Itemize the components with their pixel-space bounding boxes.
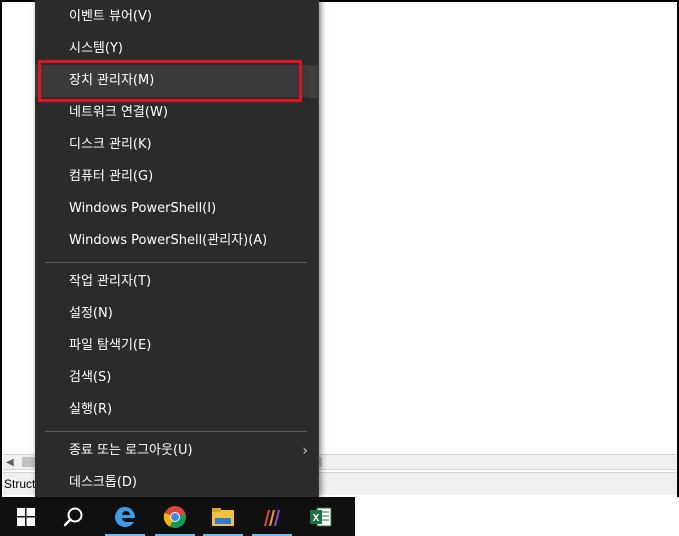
menu-item-event-viewer[interactable]: 이벤트 뷰어(V)	[35, 1, 318, 33]
menu-item-label: 실행(R)	[69, 402, 113, 417]
app-icon[interactable]	[248, 497, 296, 536]
menu-hover-edge	[309, 66, 317, 98]
power-user-menu: 이벤트 뷰어(V) 시스템(Y) 장치 관리자(M) 네트워크 연결(W) 디스…	[35, 0, 319, 497]
menu-item-label: Windows PowerShell(관리자)(A)	[69, 233, 268, 248]
menu-item-label: 이벤트 뷰어(V)	[69, 9, 152, 24]
menu-item-label: 컴퓨터 관리(G)	[69, 169, 154, 184]
scroll-left-icon[interactable]: ◀	[6, 456, 14, 469]
menu-item-run[interactable]: 실행(R)	[35, 394, 318, 426]
menu-item-powershell-admin[interactable]: Windows PowerShell(관리자)(A)	[35, 225, 318, 257]
edge-icon[interactable]	[101, 497, 149, 536]
search-icon[interactable]	[50, 497, 98, 536]
menu-item-network-connections[interactable]: 네트워크 연결(W)	[35, 97, 318, 129]
menu-separator	[45, 262, 307, 263]
menu-item-file-explorer[interactable]: 파일 탐색기(E)	[35, 330, 318, 362]
menu-item-label: 네트워크 연결(W)	[69, 105, 168, 120]
menu-item-label: 데스크톱(D)	[69, 475, 137, 490]
menu-item-task-manager[interactable]: 작업 관리자(T)	[35, 266, 318, 298]
menu-item-settings[interactable]: 설정(N)	[35, 298, 318, 330]
menu-item-desktop[interactable]: 데스크톱(D)	[35, 467, 318, 499]
menu-item-label: 종료 또는 로그아웃(U)	[69, 443, 193, 458]
menu-item-computer-management[interactable]: 컴퓨터 관리(G)	[35, 161, 318, 193]
menu-item-label: 디스크 관리(K)	[69, 137, 152, 152]
menu-item-label: 장치 관리자(M)	[69, 73, 155, 88]
menu-item-search[interactable]: 검색(S)	[35, 362, 318, 394]
menu-item-label: Windows PowerShell(I)	[69, 201, 217, 216]
menu-item-powershell[interactable]: Windows PowerShell(I)	[35, 193, 318, 225]
menu-separator	[45, 431, 307, 432]
chrome-icon[interactable]	[151, 497, 199, 536]
menu-item-shutdown-signout[interactable]: 종료 또는 로그아웃(U) ›	[35, 435, 318, 467]
menu-item-label: 검색(S)	[69, 370, 112, 385]
menu-item-label: 시스템(Y)	[69, 41, 123, 56]
svg-text:X: X	[313, 513, 320, 524]
menu-item-system[interactable]: 시스템(Y)	[35, 33, 318, 65]
menu-item-label: 파일 탐색기(E)	[69, 338, 152, 353]
status-text: Struct	[4, 477, 36, 491]
excel-icon[interactable]: X	[297, 497, 345, 536]
menu-item-label: 설정(N)	[69, 306, 113, 321]
taskbar: X	[0, 497, 355, 536]
windows-start-icon[interactable]	[2, 497, 50, 536]
menu-item-label: 작업 관리자(T)	[69, 274, 152, 289]
chevron-right-icon: ›	[302, 443, 308, 459]
menu-item-disk-management[interactable]: 디스크 관리(K)	[35, 129, 318, 161]
menu-item-device-manager[interactable]: 장치 관리자(M)	[35, 65, 318, 97]
file-explorer-icon[interactable]	[199, 497, 247, 536]
